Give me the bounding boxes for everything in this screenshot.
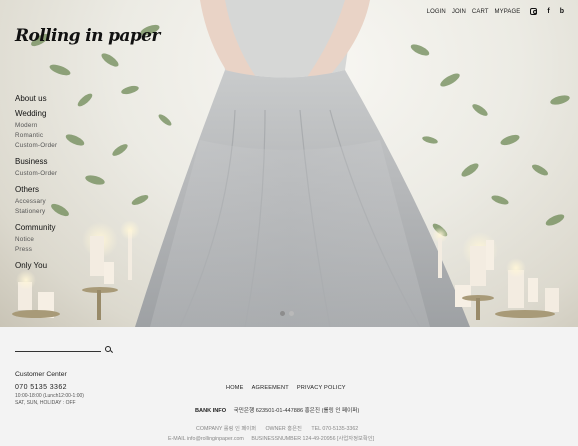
login-link[interactable]: LOGIN xyxy=(427,9,446,15)
slider-dots xyxy=(280,311,294,316)
company-tel: TEL 070-5135-3362 xyxy=(311,426,359,432)
menu-group-only: Only You xyxy=(15,261,95,270)
footer-home-link[interactable]: HOME xyxy=(226,385,244,391)
mypage-link[interactable]: MYPAGE xyxy=(495,9,521,15)
menu-only-you[interactable]: Only You xyxy=(15,261,95,270)
side-menu: About us Wedding Modern Romantic Custom-… xyxy=(15,94,95,276)
menu-others-stationery[interactable]: Stationery xyxy=(15,207,95,217)
menu-business-custom[interactable]: Custom-Order xyxy=(15,169,95,179)
menu-business[interactable]: Business xyxy=(15,157,95,166)
menu-group-business: Business Custom-Order xyxy=(15,157,95,179)
bank-info: BANK INFO 국민은행 623501-01-447886 홍은진 (롤링 … xyxy=(195,406,359,414)
customer-center-title: Customer Center xyxy=(15,371,67,378)
company-name: COMPANY 롤링 인 페이퍼 xyxy=(196,426,256,432)
menu-group-about: About us xyxy=(15,94,95,103)
menu-community-notice[interactable]: Notice xyxy=(15,235,95,245)
menu-group-wedding: Wedding Modern Romantic Custom-Order xyxy=(15,109,95,151)
instagram-icon[interactable] xyxy=(530,8,538,15)
slider-dot[interactable] xyxy=(280,311,285,316)
search-input[interactable] xyxy=(15,343,101,352)
bank-info-value: 국민은행 623501-01-447886 홍은진 (롤링 인 페이퍼) xyxy=(233,408,360,414)
customer-phone: 070 5135 3362 xyxy=(15,384,67,391)
hero-banner: Rolling in paper LOGIN JOIN CART MYPAGE … xyxy=(0,0,578,327)
company-business-number[interactable]: BUSINESSNUMBER 124-49-20956 [사업자정보확인] xyxy=(251,436,374,442)
menu-wedding-modern[interactable]: Modern xyxy=(15,121,95,131)
bank-info-label: BANK INFO xyxy=(195,408,227,414)
search-box xyxy=(15,343,111,352)
top-nav: LOGIN JOIN CART MYPAGE f b xyxy=(427,8,564,15)
search-icon[interactable] xyxy=(105,346,111,352)
blog-icon[interactable]: b xyxy=(560,8,564,15)
slider-dot[interactable] xyxy=(289,311,294,316)
company-email: E-MAIL info@rollinginpaper.com xyxy=(168,436,244,442)
site-logo[interactable]: Rolling in paper xyxy=(15,26,160,46)
menu-group-others: Others Accessary Stationery xyxy=(15,185,95,217)
menu-others[interactable]: Others xyxy=(15,185,95,194)
site-footer: Customer Center 070 5135 3362 10:00-18:0… xyxy=(0,327,578,446)
customer-hours: 10:00-18:00 (Lunch12:00-1:00) xyxy=(15,393,84,399)
menu-group-community: Community Notice Press xyxy=(15,223,95,255)
footer-links: HOME AGREEMENT PRIVACY POLICY xyxy=(226,385,346,391)
menu-wedding-custom[interactable]: Custom-Order xyxy=(15,141,95,151)
menu-about[interactable]: About us xyxy=(15,94,95,103)
menu-community-press[interactable]: Press xyxy=(15,245,95,255)
cart-link[interactable]: CART xyxy=(472,9,489,15)
customer-center: Customer Center 070 5135 3362 10:00-18:0… xyxy=(15,371,84,407)
menu-community[interactable]: Community xyxy=(15,223,95,232)
menu-others-accessary[interactable]: Accessary xyxy=(15,197,95,207)
company-owner: OWNER 홍은진 xyxy=(265,426,302,432)
menu-wedding-romantic[interactable]: Romantic xyxy=(15,131,95,141)
company-info: COMPANY 롤링 인 페이퍼 OWNER 홍은진 TEL 070-5135-… xyxy=(196,424,366,432)
company-contact: E-MAIL info@rollinginpaper.com BUSINESSN… xyxy=(168,434,380,442)
footer-agreement-link[interactable]: AGREEMENT xyxy=(252,385,289,391)
menu-wedding[interactable]: Wedding xyxy=(15,109,95,118)
facebook-icon[interactable]: f xyxy=(547,8,549,15)
customer-holiday: SAT, SUN, HOLIDAY : OFF xyxy=(15,400,76,406)
footer-privacy-link[interactable]: PRIVACY POLICY xyxy=(297,385,346,391)
join-link[interactable]: JOIN xyxy=(452,9,466,15)
